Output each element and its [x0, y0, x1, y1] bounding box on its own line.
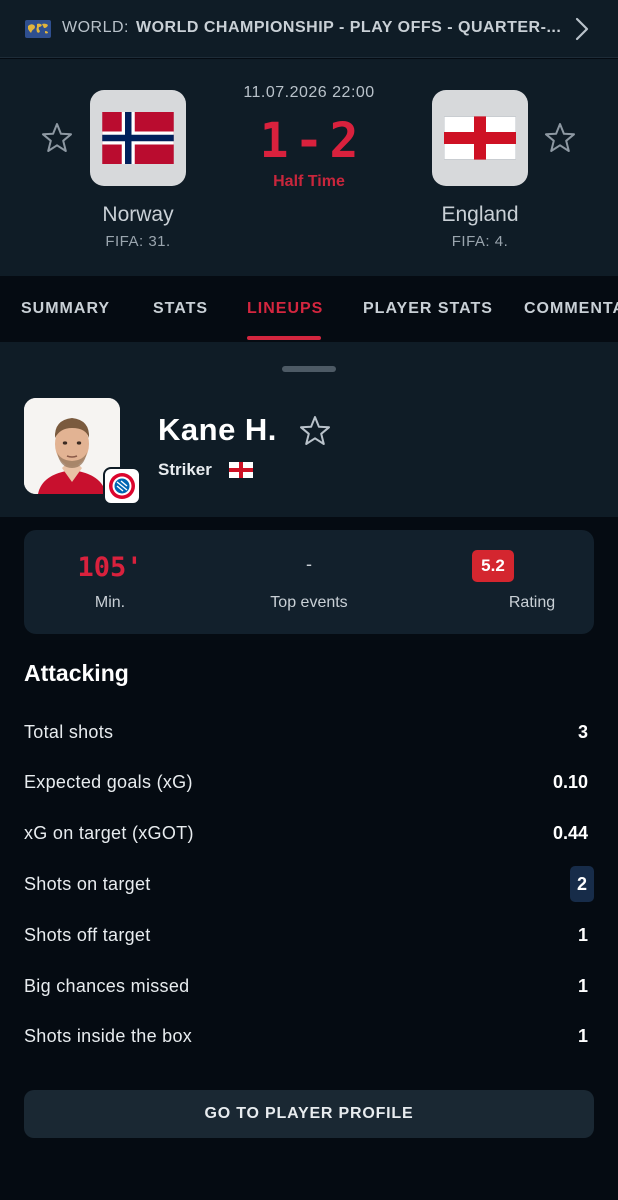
stat-value: 1 [577, 925, 588, 945]
stat-row: Shots off target 1 [24, 917, 594, 955]
match-status: Half Time [273, 173, 345, 190]
match-tabs: SUMMARY STATS LINEUPS PLAYER STATS COMME… [0, 276, 618, 342]
stat-row: Total shots 3 [24, 714, 594, 752]
summary-top-events: - Top events [214, 530, 404, 634]
minutes-label: Min. [94, 594, 126, 611]
tab-commentary[interactable]: COMMENTA [524, 300, 618, 318]
score-separator: - [294, 113, 324, 169]
match-datetime: 11.07.2026 22:00 [243, 84, 375, 101]
england-flag-icon [444, 116, 516, 160]
chevron-right-icon[interactable] [572, 16, 592, 42]
stat-label: Expected goals (xG) [24, 772, 193, 792]
home-team-name[interactable]: Norway [48, 203, 228, 227]
stat-label: Shots inside the box [24, 1026, 193, 1046]
player-position: Striker [158, 460, 212, 479]
player-name: Kane H. [158, 412, 277, 447]
section-title-attacking: Attacking [24, 660, 129, 686]
stat-value: 0.10 [552, 772, 588, 792]
stat-row: Shots on target 2 [24, 866, 594, 904]
top-events-value: - [306, 554, 312, 574]
away-team-logo[interactable] [432, 90, 528, 186]
world-flag-icon [25, 20, 51, 38]
bayern-badge-icon [109, 473, 135, 499]
stat-value: 3 [577, 722, 588, 742]
tab-summary[interactable]: SUMMARY [21, 300, 110, 318]
minutes-value: 105' [77, 552, 143, 583]
away-team-name[interactable]: England [390, 203, 570, 227]
stat-value-highlighted: 2 [570, 866, 594, 902]
stat-value: 1 [577, 976, 588, 996]
tab-stats[interactable]: STATS [153, 300, 208, 318]
drag-handle[interactable] [282, 366, 336, 372]
home-team-fifa: FIFA: 31. [105, 233, 171, 250]
summary-rating: 5.2 Rating [404, 530, 594, 634]
competition-name[interactable]: WORLD CHAMPIONSHIP - PLAY OFFS - QUARTER… [136, 19, 561, 37]
summary-minutes: 105' Min. [24, 530, 214, 634]
stat-label: Shots off target [24, 925, 151, 945]
stat-row: xG on target (xGOT) 0.44 [24, 815, 594, 853]
club-badge[interactable] [103, 467, 141, 505]
star-icon[interactable] [543, 121, 577, 155]
competition-bar[interactable]: WORLD: WORLD CHAMPIONSHIP - PLAY OFFS - … [0, 0, 618, 58]
match-header: Norway FIFA: 31. 11.07.2026 22:00 1 - 2 … [0, 59, 618, 276]
rating-badge: 5.2 [472, 550, 514, 582]
away-team-fifa: FIFA: 4. [451, 233, 509, 250]
tab-player-stats[interactable]: PLAYER STATS [363, 300, 493, 318]
home-team-logo[interactable] [90, 90, 186, 186]
stat-row: Big chances missed 1 [24, 968, 594, 1006]
england-flag-icon [229, 462, 253, 478]
competition-country: WORLD: [62, 19, 129, 36]
stat-row: Shots inside the box 1 [24, 1018, 594, 1056]
stat-label: Shots on target [24, 874, 151, 894]
stat-label: Total shots [24, 722, 114, 742]
norway-flag-icon [102, 112, 174, 164]
home-score: 1 [259, 113, 289, 169]
stat-row: Expected goals (xG) 0.10 [24, 764, 594, 802]
rating-label: Rating [508, 594, 556, 611]
player-summary-card: 105' Min. - Top events 5.2 Rating [24, 530, 594, 634]
active-tab-indicator [247, 336, 321, 340]
top-events-label: Top events [270, 594, 348, 611]
match-score: 1 - 2 [209, 111, 409, 171]
stat-label: xG on target (xGOT) [24, 823, 194, 843]
stat-value: 1 [577, 1026, 588, 1046]
star-icon[interactable] [298, 414, 332, 448]
stat-label: Big chances missed [24, 976, 190, 996]
player-sheet: Kane H. Striker [0, 342, 618, 517]
go-to-player-profile-button[interactable]: GO TO PLAYER PROFILE [24, 1090, 594, 1138]
star-icon[interactable] [40, 121, 74, 155]
away-score: 2 [329, 113, 359, 169]
tab-lineups[interactable]: LINEUPS [247, 300, 323, 318]
stat-value: 0.44 [552, 823, 588, 843]
